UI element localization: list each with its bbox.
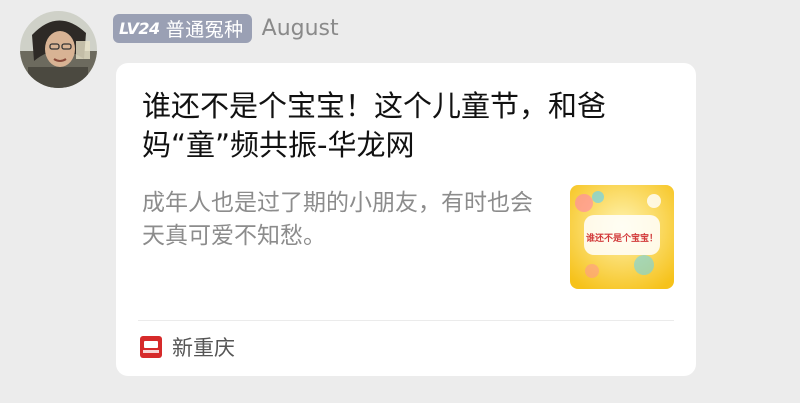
shared-article-card[interactable]: 谁还不是个宝宝！这个儿童节，和爸妈“童”频共振-华龙网 成年人也是过了期的小朋友… <box>116 63 696 376</box>
author-name[interactable]: August <box>262 16 339 41</box>
user-title: 普通冤种 <box>165 18 244 41</box>
user-avatar[interactable] <box>20 11 97 88</box>
article-source[interactable]: 新重庆 <box>140 332 235 362</box>
level-label: LV24 <box>119 18 160 38</box>
post-meta: LV24 普通冤种 August <box>113 13 339 43</box>
article-headline[interactable]: 谁还不是个宝宝！这个儿童节，和爸妈“童”频共振-华龙网 <box>142 87 672 165</box>
article-summary: 成年人也是过了期的小朋友，有时也会天真可爱不知愁。 <box>142 190 533 249</box>
card-divider <box>138 320 674 321</box>
source-name: 新重庆 <box>172 336 235 360</box>
article-thumbnail[interactable]: 谁还不是个宝宝！ <box>570 185 674 289</box>
thumbnail-text: 谁还不是个宝宝！ <box>586 232 658 244</box>
news-source-logo-icon <box>140 336 162 358</box>
user-level-badge[interactable]: LV24 普通冤种 <box>113 13 252 43</box>
